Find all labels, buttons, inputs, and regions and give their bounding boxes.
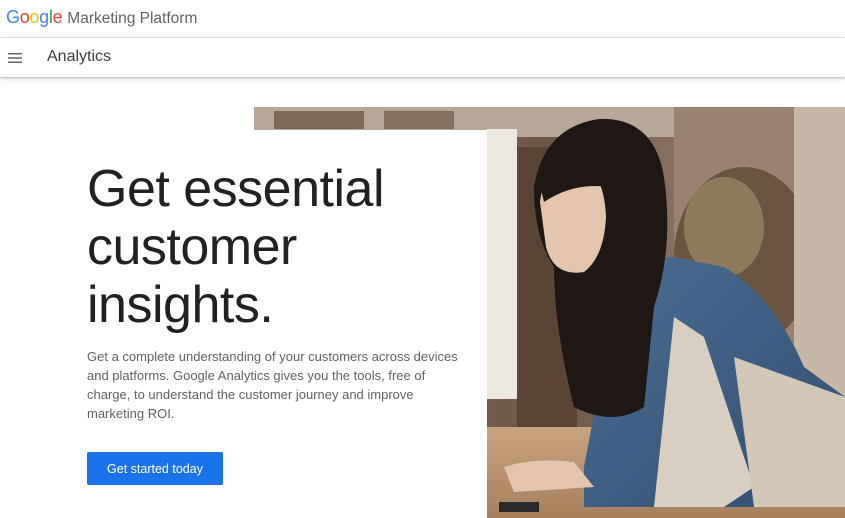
google-logo-letter: e — [52, 7, 63, 27]
hero-title-line: insights. — [87, 276, 274, 334]
hero-title: Get essential customer insights. — [87, 160, 447, 334]
brand-product-name: Marketing Platform — [67, 10, 198, 27]
google-logo-letter: g — [39, 7, 49, 27]
google-logo-letter: o — [29, 7, 40, 27]
nav-title[interactable]: Analytics — [47, 48, 111, 66]
hero-description: Get a complete understanding of your cus… — [87, 349, 458, 421]
google-logo-letter: o — [19, 7, 30, 27]
hero-title-line: customer — [87, 218, 297, 276]
top-bar: Google Marketing Platform — [0, 0, 845, 38]
google-marketing-platform-logo[interactable]: Google Marketing Platform — [6, 7, 197, 29]
google-logo: Google — [6, 7, 63, 28]
hamburger-menu-icon[interactable] — [0, 38, 30, 77]
google-logo-letter: G — [6, 7, 20, 27]
product-nav-bar: Analytics — [0, 38, 845, 77]
hero-title-line: Get essential — [87, 160, 385, 218]
get-started-button[interactable]: Get started today — [87, 452, 223, 485]
